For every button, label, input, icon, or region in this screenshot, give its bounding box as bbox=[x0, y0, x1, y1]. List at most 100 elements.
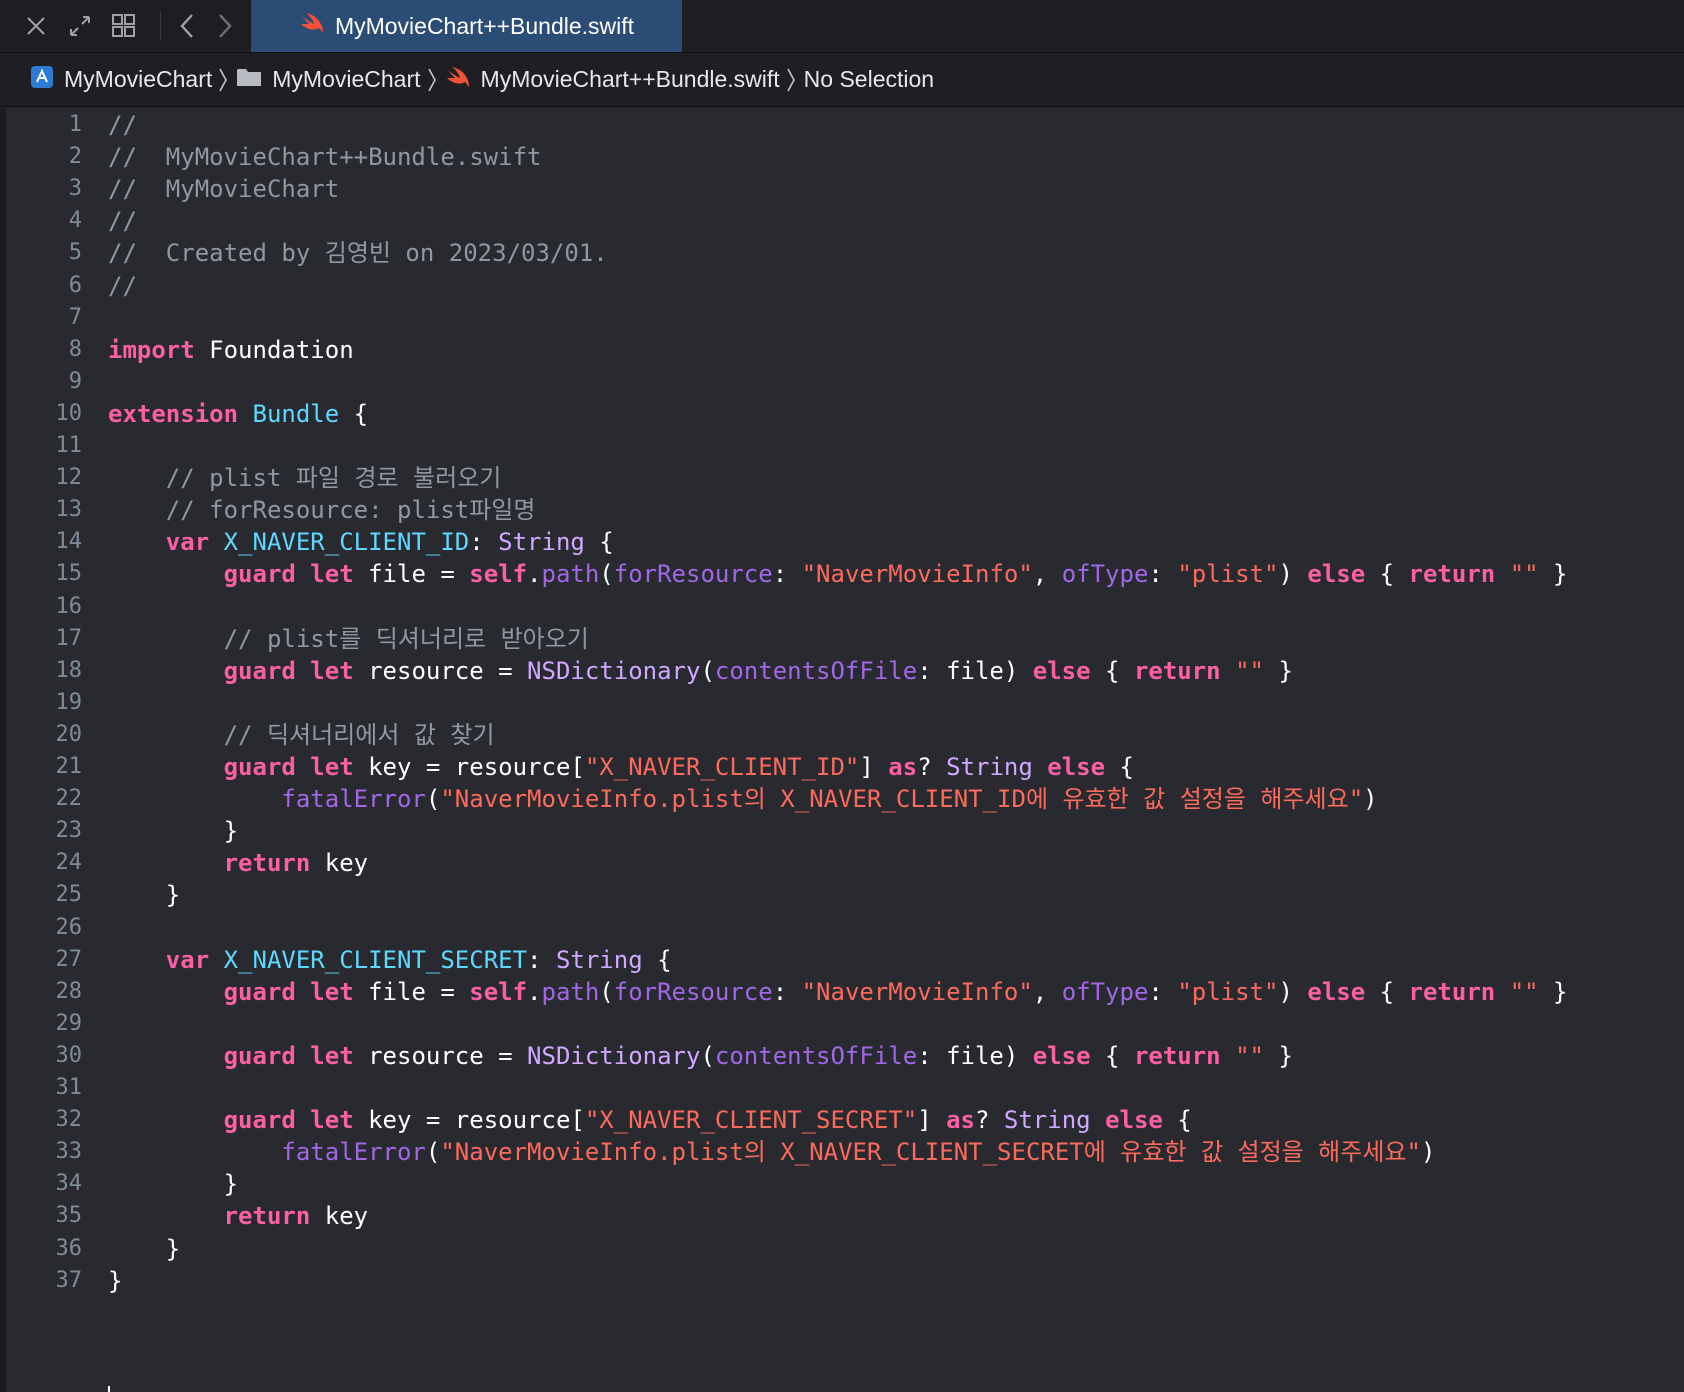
code-line[interactable]: 3 // MyMovieChart bbox=[6, 172, 1684, 206]
code-line[interactable]: 8 import Foundation bbox=[6, 333, 1684, 367]
forward-icon[interactable] bbox=[206, 8, 242, 44]
code-token: return bbox=[223, 1202, 311, 1231]
code-token: // bbox=[108, 271, 137, 300]
breadcrumb-selection[interactable]: No Selection bbox=[804, 66, 934, 93]
code-text: // bbox=[108, 108, 137, 142]
code-line[interactable]: 7 bbox=[6, 301, 1684, 335]
code-token: } bbox=[108, 1170, 239, 1199]
code-token: { bbox=[642, 945, 672, 974]
code-token: let bbox=[310, 656, 354, 685]
code-line[interactable]: 14 var X_NAVER_CLIENT_ID: String { bbox=[6, 525, 1684, 559]
code-token: ( bbox=[700, 1041, 715, 1070]
code-line[interactable]: 13 // forResource: plist파일명 bbox=[6, 493, 1684, 527]
code-token: ? bbox=[917, 753, 947, 781]
code-editor[interactable]: 1 // 2 // MyMovieChart++Bundle.swift 3 // MyM… bbox=[6, 108, 1684, 1392]
code-line[interactable]: 27 var X_NAVER_CLIENT_SECRET: String { bbox=[6, 943, 1684, 977]
code-token: NSDictionary bbox=[527, 656, 701, 685]
code-token: key = resource[ bbox=[353, 1106, 585, 1135]
code-token: self bbox=[469, 977, 528, 1006]
code-token: : bbox=[772, 977, 802, 1006]
code-line[interactable]: 26 bbox=[6, 911, 1684, 945]
close-icon[interactable] bbox=[18, 8, 54, 44]
code-token: } bbox=[108, 881, 181, 910]
code-token: { bbox=[1105, 753, 1134, 781]
code-line[interactable]: 5 // Created by 김영빈 on 2023/03/01. bbox=[6, 236, 1684, 270]
code-token: . bbox=[527, 977, 542, 1006]
code-line[interactable]: 17 // plist를 딕셔너리로 받아오기 bbox=[6, 622, 1684, 656]
code-line[interactable]: 34 } bbox=[6, 1167, 1684, 1201]
code-line[interactable]: 31 bbox=[6, 1071, 1684, 1105]
code-line[interactable]: 1 // bbox=[6, 108, 1684, 142]
code-line[interactable]: 6 // bbox=[6, 269, 1684, 303]
code-line[interactable]: 9 bbox=[6, 365, 1684, 399]
code-line[interactable]: 23 } bbox=[6, 814, 1684, 848]
line-number: 28 bbox=[55, 978, 83, 1004]
code-line[interactable]: 24 return key bbox=[6, 846, 1684, 880]
code-token: // MyMovieChart++Bundle.swift bbox=[108, 143, 542, 172]
expand-icon[interactable] bbox=[62, 8, 98, 44]
code-token: "" bbox=[1235, 1041, 1264, 1070]
line-number: 21 bbox=[55, 754, 83, 779]
code-line[interactable]: 12 // plist 파일 경로 불러오기 bbox=[6, 461, 1684, 495]
code-token: Foundation bbox=[194, 335, 354, 364]
code-token: : bbox=[772, 560, 802, 589]
code-line[interactable]: 36 } bbox=[6, 1232, 1684, 1266]
code-token: guard bbox=[223, 656, 296, 685]
code-line[interactable]: 2 // MyMovieChart++Bundle.swift bbox=[6, 140, 1684, 174]
code-text: var X_NAVER_CLIENT_SECRET: String { bbox=[108, 943, 672, 977]
code-token: : bbox=[469, 528, 499, 557]
tab-bundle-swift[interactable]: MyMovieChart++Bundle.swift bbox=[251, 0, 682, 52]
code-token: ) bbox=[1420, 1138, 1436, 1167]
code-token: ] bbox=[859, 753, 889, 781]
code-line[interactable]: 35 return key bbox=[6, 1199, 1684, 1233]
code-line[interactable]: 15 guard let file = self.path(forResourc… bbox=[6, 557, 1684, 591]
code-line[interactable]: 22 fatalError("NaverMovieInfo.plist의 X_N… bbox=[6, 782, 1684, 816]
code-line[interactable]: 29 bbox=[6, 1007, 1684, 1041]
code-token: ( bbox=[425, 785, 441, 814]
code-line[interactable]: 19 bbox=[6, 686, 1684, 720]
breadcrumb-selection-label: No Selection bbox=[803, 66, 935, 92]
code-text: // bbox=[108, 204, 137, 238]
code-token: forResource bbox=[613, 977, 773, 1006]
code-line[interactable]: 20 // 딕셔너리에서 값 찾기 bbox=[6, 718, 1684, 752]
code-line[interactable]: 11 bbox=[6, 429, 1684, 463]
line-number: 7 bbox=[68, 304, 82, 330]
code-token: { bbox=[584, 528, 614, 557]
back-icon[interactable] bbox=[170, 8, 206, 44]
xcode-window: MyMovieChart++Bundle.swift MyMovieChart … bbox=[0, 0, 1684, 1392]
swift-file-icon bbox=[445, 66, 471, 94]
code-token: } bbox=[1538, 560, 1568, 589]
code-line[interactable]: 21 guard let key = resource["X_NAVER_CLI… bbox=[6, 750, 1684, 784]
code-token: ) bbox=[1363, 785, 1378, 814]
code-token: . bbox=[527, 560, 542, 589]
code-token: else bbox=[1307, 560, 1366, 589]
code-line[interactable]: 18 guard let resource = NSDictionary(con… bbox=[6, 654, 1684, 688]
breadcrumb-project[interactable]: MyMovieChart bbox=[30, 65, 212, 95]
code-line[interactable]: 30 guard let resource = NSDictionary(con… bbox=[6, 1039, 1684, 1073]
breadcrumb-file[interactable]: MyMovieChart++Bundle.swift bbox=[445, 66, 780, 94]
code-line[interactable]: 4 // bbox=[6, 204, 1684, 238]
breadcrumb-group[interactable]: MyMovieChart bbox=[236, 66, 421, 94]
line-number: 26 bbox=[55, 914, 83, 940]
code-token: forResource bbox=[613, 560, 773, 589]
line-number: 29 bbox=[55, 1010, 83, 1036]
code-text: } bbox=[108, 814, 238, 848]
code-token: } bbox=[1264, 656, 1293, 685]
code-token: } bbox=[108, 1234, 181, 1263]
code-line[interactable]: 33 fatalError("NaverMovieInfo.plist의 X_N… bbox=[6, 1135, 1684, 1169]
code-line[interactable]: 32 guard let key = resource["X_NAVER_CLI… bbox=[6, 1103, 1684, 1137]
grid-icon[interactable] bbox=[106, 8, 142, 44]
code-line[interactable]: 37} bbox=[6, 1264, 1684, 1298]
line-number: 30 bbox=[55, 1042, 83, 1068]
code-line[interactable]: 25 } bbox=[6, 878, 1684, 912]
code-line[interactable]: 10 extension Bundle { bbox=[6, 397, 1684, 431]
code-line[interactable]: 16 bbox=[6, 590, 1684, 624]
code-line[interactable]: 28 guard let file = self.path(forResourc… bbox=[6, 975, 1684, 1009]
code-token: { bbox=[1365, 977, 1409, 1006]
